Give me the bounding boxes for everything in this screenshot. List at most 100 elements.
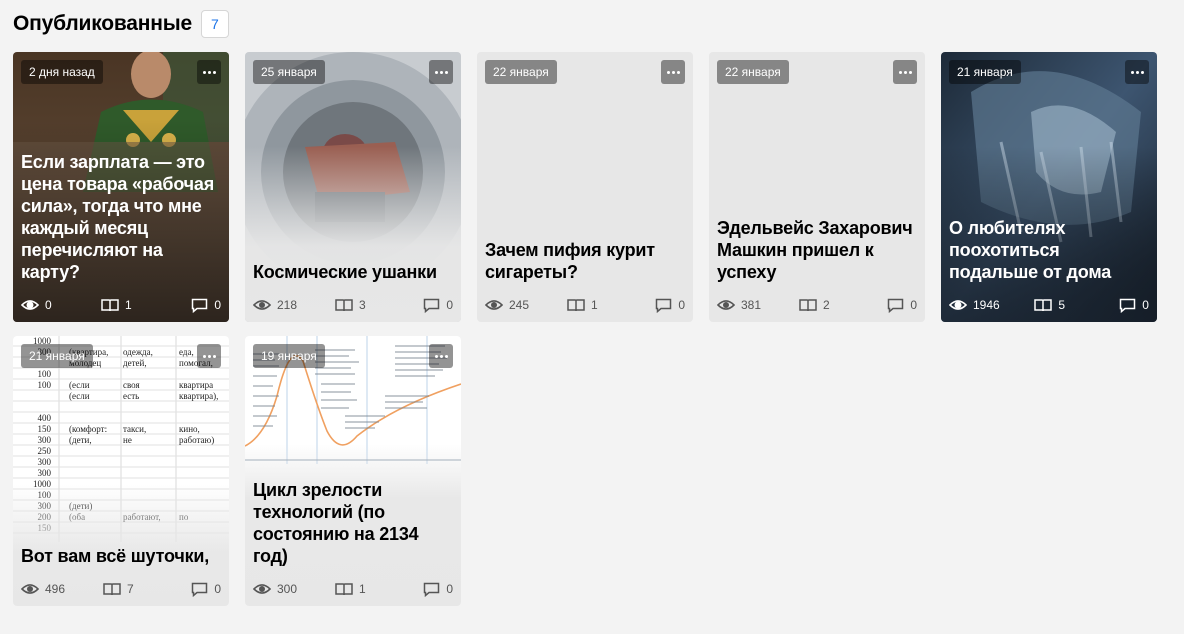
article-title[interactable]: Если зарплата — это цена товара «рабочая…: [21, 151, 223, 283]
reads-count: 3: [359, 298, 366, 312]
book-icon: [101, 299, 119, 312]
eye-icon: [21, 300, 39, 310]
reads-stat: 7: [103, 582, 143, 596]
comments-count: 0: [446, 582, 453, 596]
comments-stat: 0: [181, 298, 221, 313]
more-icon[interactable]: [197, 60, 221, 84]
reads-count: 1: [125, 298, 132, 312]
comments-stat: 0: [1109, 298, 1149, 313]
publish-date-badge: 21 января: [21, 344, 93, 368]
article-card[interactable]: 25 января Космические ушанки 218 3 0: [245, 52, 461, 322]
book-icon: [799, 299, 817, 312]
article-stats: 300 1 0: [253, 580, 453, 598]
more-icon[interactable]: [893, 60, 917, 84]
reads-count: 5: [1058, 298, 1066, 312]
comments-count: 0: [446, 298, 453, 312]
more-icon[interactable]: [429, 344, 453, 368]
publish-date-badge: 19 января: [253, 344, 325, 368]
comment-icon: [656, 298, 672, 313]
article-title[interactable]: О любителях поохотиться подальше от дома: [949, 217, 1151, 283]
eye-icon: [485, 300, 503, 310]
views-stat: 496: [21, 582, 65, 596]
book-icon: [335, 583, 353, 596]
reads-stat: 1: [101, 298, 141, 312]
article-stats: 218 3 0: [253, 296, 453, 314]
book-icon: [335, 299, 353, 312]
views-count: 381: [741, 298, 762, 312]
reads-count: 1: [591, 298, 598, 312]
article-title[interactable]: Цикл зрелости технологий (по состоянию н…: [253, 479, 455, 567]
comments-count: 0: [214, 298, 221, 312]
more-icon[interactable]: [1125, 60, 1149, 84]
more-icon[interactable]: [661, 60, 685, 84]
book-icon: [103, 583, 121, 596]
article-title[interactable]: Космические ушанки: [253, 261, 455, 283]
eye-icon: [253, 300, 271, 310]
views-count: 0: [45, 298, 52, 312]
views-count: 218: [277, 298, 298, 312]
views-stat: 381: [717, 298, 761, 312]
comments-count: 0: [1142, 298, 1149, 312]
article-title[interactable]: Зачем пифия курит сигареты?: [485, 239, 687, 283]
publish-date-badge: 25 января: [253, 60, 325, 84]
comments-stat: 0: [413, 582, 453, 597]
publish-date-badge: 21 января: [949, 60, 1021, 84]
comments-stat: 0: [413, 298, 453, 313]
reads-count: 2: [823, 298, 830, 312]
article-title[interactable]: Эдельвейс Захарович Машкин пришел к успе…: [717, 217, 919, 283]
views-stat: 1946: [949, 298, 1000, 312]
publish-date-badge: 2 дня назад: [21, 60, 103, 84]
comment-icon: [888, 298, 904, 313]
more-icon[interactable]: [197, 344, 221, 368]
published-count-badge: 7: [200, 10, 229, 38]
article-stats: 0 1 0: [21, 296, 221, 314]
views-count: 245: [509, 298, 530, 312]
eye-icon: [949, 300, 967, 310]
views-count: 1946: [973, 298, 1000, 312]
article-stats: 245 1 0: [485, 296, 685, 314]
views-stat: 300: [253, 582, 297, 596]
comment-icon: [424, 298, 440, 313]
article-card[interactable]: 19 января Цикл зрелости технологий (по с…: [245, 336, 461, 606]
views-count: 496: [45, 582, 66, 596]
eye-icon: [253, 584, 271, 594]
article-card[interactable]: 2 дня назад Если зарплата — это цена тов…: [13, 52, 229, 322]
comment-icon: [424, 582, 440, 597]
comment-icon: [192, 298, 208, 313]
comments-stat: 0: [645, 298, 685, 313]
reads-stat: 5: [1034, 298, 1074, 312]
publish-date-badge: 22 января: [717, 60, 789, 84]
comments-stat: 0: [877, 298, 917, 313]
eye-icon: [717, 300, 735, 310]
more-icon[interactable]: [429, 60, 453, 84]
views-stat: 245: [485, 298, 529, 312]
article-stats: 1946 5 0: [949, 296, 1149, 314]
reads-count: 7: [127, 582, 134, 596]
views-stat: 218: [253, 298, 297, 312]
article-card[interactable]: 22 января Зачем пифия курит сигареты? 24…: [477, 52, 693, 322]
article-card[interactable]: 1000300(квартира,одежда,еда,молодецдетей…: [13, 336, 229, 606]
reads-stat: 1: [335, 582, 375, 596]
article-title[interactable]: Вот вам всё шуточки,: [21, 545, 223, 567]
reads-stat: 2: [799, 298, 839, 312]
eye-icon: [21, 584, 39, 594]
reads-stat: 3: [335, 298, 375, 312]
publish-date-badge: 22 января: [485, 60, 557, 84]
comments-count: 0: [910, 298, 917, 312]
article-stats: 496 7 0: [21, 580, 221, 598]
views-count: 300: [277, 582, 298, 596]
book-icon: [1034, 299, 1053, 312]
article-card[interactable]: 21 января О любителях поохотиться подаль…: [941, 52, 1157, 322]
comments-stat: 0: [181, 582, 221, 597]
views-stat: 0: [21, 298, 61, 312]
reads-stat: 1: [567, 298, 607, 312]
comments-count: 0: [678, 298, 685, 312]
page-header: Опубликованные 7: [13, 10, 229, 38]
comment-icon: [192, 582, 208, 597]
book-icon: [567, 299, 585, 312]
article-card[interactable]: 22 января Эдельвейс Захарович Машкин при…: [709, 52, 925, 322]
reads-count: 1: [359, 582, 366, 596]
page-title: Опубликованные: [13, 12, 192, 35]
comment-icon: [1120, 298, 1136, 313]
comments-count: 0: [214, 582, 221, 596]
